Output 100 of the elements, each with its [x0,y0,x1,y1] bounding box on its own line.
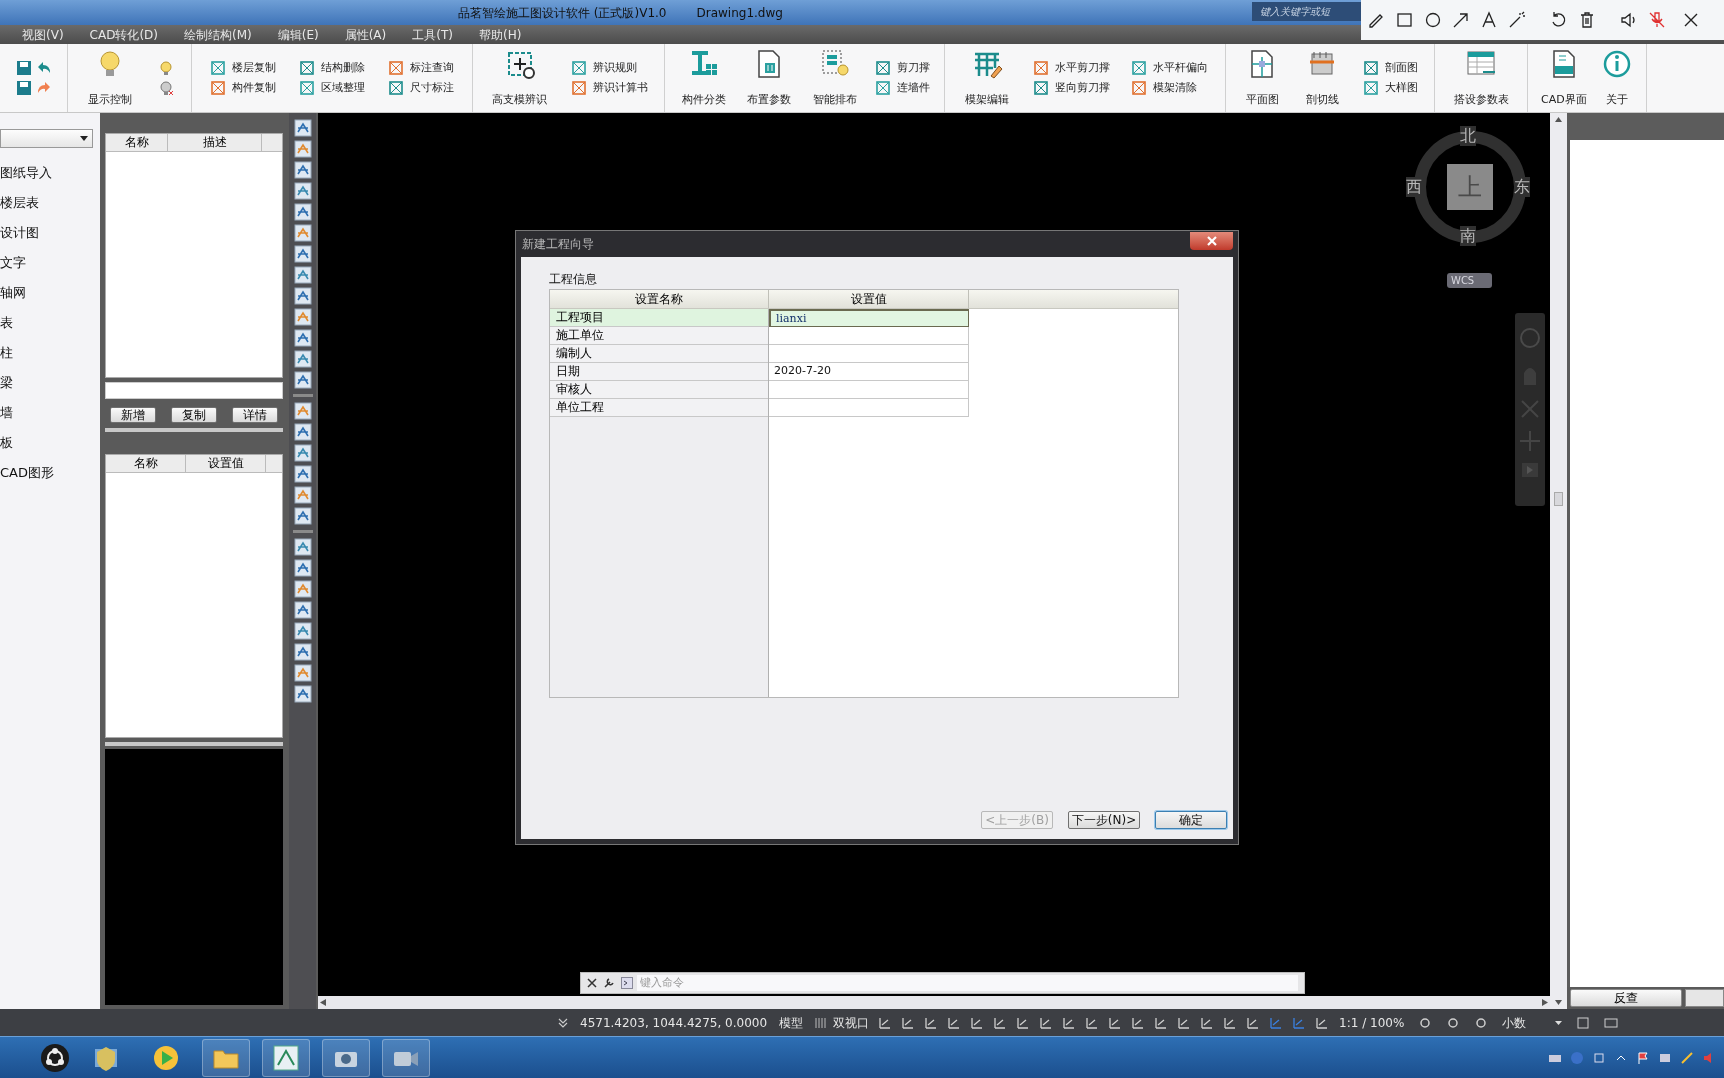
search-field[interactable]: 键入关键字或短 [1252,2,1362,21]
list-item[interactable]: CAD图形 [0,463,100,482]
tool-icon[interactable] [293,350,312,368]
panel-button[interactable]: 复制 [171,407,217,423]
start-orb-icon[interactable] [40,1042,70,1073]
tool-icon[interactable] [293,664,312,682]
status-tool-icon[interactable] [1062,1015,1077,1030]
down-arrow-icon[interactable] [1555,1000,1562,1005]
ribbon-button[interactable]: 剖切线 [1302,44,1342,112]
list-item[interactable]: 表 [0,313,100,332]
menu-item[interactable]: 绘制结构(M) [182,25,254,44]
tool-icon[interactable] [1131,59,1148,76]
status-tool-icon[interactable] [1246,1015,1261,1030]
ribbon-button[interactable]: 尺寸标注 [388,80,455,97]
status-tool-icon[interactable] [924,1015,939,1030]
menu-item[interactable]: CAD转化(D) [87,25,160,44]
wrench-icon[interactable] [603,977,615,989]
flag-icon[interactable] [1636,1050,1650,1065]
panel-button[interactable] [1685,989,1724,1007]
menu-item[interactable]: 视图(V) [20,25,66,44]
list-item[interactable]: 轴网 [0,283,100,302]
ribbon-button[interactable]: 水平剪刀撑 [1033,59,1110,76]
vertical-scrollbar[interactable] [1550,113,1567,1009]
ribbon-button[interactable]: CAD界面 [1538,44,1590,112]
list-item[interactable]: 板 [0,433,100,452]
tool-icon[interactable] [293,601,312,619]
tool-icon[interactable] [209,80,226,97]
ribbon-button[interactable]: 结构删除 [299,59,365,76]
taskbar-button[interactable] [382,1038,430,1077]
taskbar-button[interactable] [202,1038,250,1077]
taskbar-button[interactable] [262,1038,310,1077]
list-item[interactable]: 图纸导入 [0,163,100,182]
menu-item[interactable]: 属性(A) [342,25,389,44]
reverse-lookup-button[interactable]: 反查 [1570,989,1682,1007]
status-tool-icon[interactable] [1108,1015,1123,1030]
tool-icon[interactable] [293,140,312,158]
tool-icon[interactable] [1362,59,1379,76]
dialog-button[interactable]: 确定 [1155,811,1227,829]
tool-icon[interactable] [293,308,312,326]
tool-icon[interactable] [293,119,312,137]
tool-icon[interactable] [293,371,312,389]
grid-icon[interactable] [815,1016,828,1029]
list-item[interactable]: 文字 [0,253,100,272]
scroll-thumb[interactable] [1554,492,1563,506]
ribbon-button[interactable]: 模架编辑 [961,44,1012,112]
ribbon-button[interactable]: 楼层复制 [209,59,276,76]
arrow-icon[interactable] [1451,10,1471,30]
menu-item[interactable]: 编辑(E) [275,25,321,44]
tool-icon[interactable] [388,80,405,97]
tool-icon[interactable] [293,538,312,556]
ribbon-button[interactable]: 搭设参数表 [1450,44,1512,112]
column-header[interactable]: 设置名称 [550,290,769,308]
tool-icon[interactable] [1362,80,1379,97]
save-icon[interactable] [15,80,32,96]
dropdown[interactable] [0,129,93,148]
ribbon-button[interactable]: 构件复制 [209,80,276,97]
column-header[interactable]: 设置值 [769,290,969,308]
list-item[interactable]: 墙 [0,403,100,422]
tool-icon[interactable] [299,59,315,76]
table-cell[interactable]: 编制人 [550,345,768,363]
save-icon[interactable] [15,60,32,76]
muted-microphone-icon[interactable] [1647,10,1667,30]
dialog-button[interactable]: 下一步(N)> [1068,811,1140,829]
list-item[interactable]: 楼层表 [0,193,100,212]
status-tool-icon[interactable] [1085,1015,1100,1030]
rectangle-icon[interactable] [1395,10,1415,30]
tool-icon[interactable] [293,329,312,347]
table-cell[interactable] [769,381,969,399]
ribbon-button[interactable]: 构件分类 [678,44,729,112]
tool-icon[interactable] [293,507,312,525]
table-cell[interactable] [769,327,969,345]
column-header[interactable]: 名称 [106,455,186,472]
ribbon-button[interactable]: 布置参数 [744,44,795,112]
lightbulb-icon[interactable] [157,80,174,96]
viewport-button[interactable]: 双视口 [833,1013,870,1032]
tool-icon[interactable] [293,465,312,483]
status-tool-icon[interactable] [1039,1015,1054,1030]
list-item[interactable]: 梁 [0,373,100,392]
tool-icon[interactable] [299,80,315,97]
lightbulb-icon[interactable] [157,60,174,76]
ribbon-button[interactable]: 剖面图 [1362,59,1418,76]
tool-icon[interactable] [1033,59,1049,76]
panel-button[interactable]: 新增 [110,407,156,423]
ribbon-button[interactable]: 区域整理 [299,80,365,97]
scale-button[interactable]: 1:1 / 100% [1339,1013,1405,1032]
tool-icon[interactable] [293,643,312,661]
tool-icon[interactable] [1033,80,1049,97]
menu-item[interactable]: 帮助(H) [476,25,524,44]
tool-icon[interactable] [570,59,587,76]
left-arrow-icon[interactable] [320,999,326,1006]
ribbon-button[interactable]: 平面图 [1242,44,1282,112]
tool-icon[interactable] [293,559,312,577]
tool-icon[interactable] [293,486,312,504]
tool-icon[interactable] [293,580,312,598]
status-tool-icon[interactable] [901,1015,916,1030]
table-cell[interactable] [769,345,969,363]
up-arrow-icon[interactable] [1555,117,1562,122]
ribbon-button[interactable]: 辨识规则 [570,59,648,76]
ribbon-button[interactable]: 辨识计算书 [570,80,648,97]
ribbon-button[interactable]: 显示控制 [85,44,136,112]
